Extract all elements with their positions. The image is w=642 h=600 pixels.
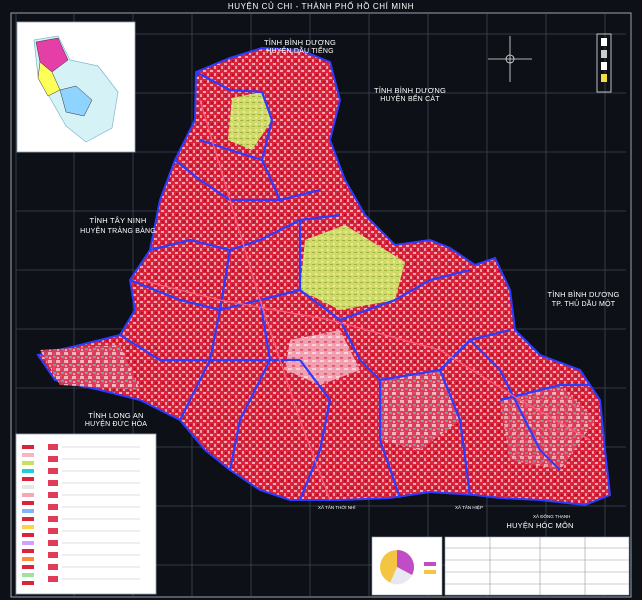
label-long-an-district: HUYỆN ĐỨC HÒA xyxy=(84,421,148,428)
label-ben-cat-district: HUYỆN BẾN CÁT xyxy=(380,96,440,103)
legend-panel xyxy=(15,433,157,595)
scale-bar-icon xyxy=(596,33,612,93)
label-dau-tieng-district: HUYỆN DẦU TIẾNG xyxy=(266,48,334,55)
label-ben-cat-province: TỈNH BÌNH DƯƠNG xyxy=(373,86,447,95)
label-tay-ninh-district: HUYỆN TRẢNG BÀNG xyxy=(80,228,156,235)
info-table xyxy=(444,536,630,596)
map-title: HUYỆN CỦ CHI - THÀNH PHỐ HỒ CHÍ MINH xyxy=(227,2,415,11)
pie-chart-panel xyxy=(371,536,443,596)
label-tay-ninh-province: TỈNH TÂY NINH xyxy=(89,216,147,225)
land-use-map xyxy=(10,12,632,598)
green-zone-central xyxy=(300,225,405,310)
label-tan-thoi-nhi: XÃ TÂN THỚI NHÌ xyxy=(318,505,356,510)
north-arrow-icon xyxy=(488,36,532,82)
label-long-an-province: TỈNH LONG AN xyxy=(88,411,144,420)
label-thu-dau-mot-district: TP. THỦ DẦU MỘT xyxy=(551,301,616,308)
label-dau-tieng-province: TỈNH BÌNH DƯƠNG xyxy=(263,38,337,47)
label-dong-thanh: XÃ ĐÔNG THẠNH xyxy=(533,514,571,519)
label-tan-hiep: XÃ TÂN HIỆP xyxy=(455,505,483,510)
label-hoc-mon-district: HUYỆN HÓC MÔN xyxy=(506,521,574,530)
label-thu-dau-mot-province: TỈNH BÌNH DƯƠNG xyxy=(547,290,620,299)
location-inset xyxy=(16,21,136,153)
inset-title: SƠ ĐỒ VỊ TRÍ xyxy=(40,26,69,31)
